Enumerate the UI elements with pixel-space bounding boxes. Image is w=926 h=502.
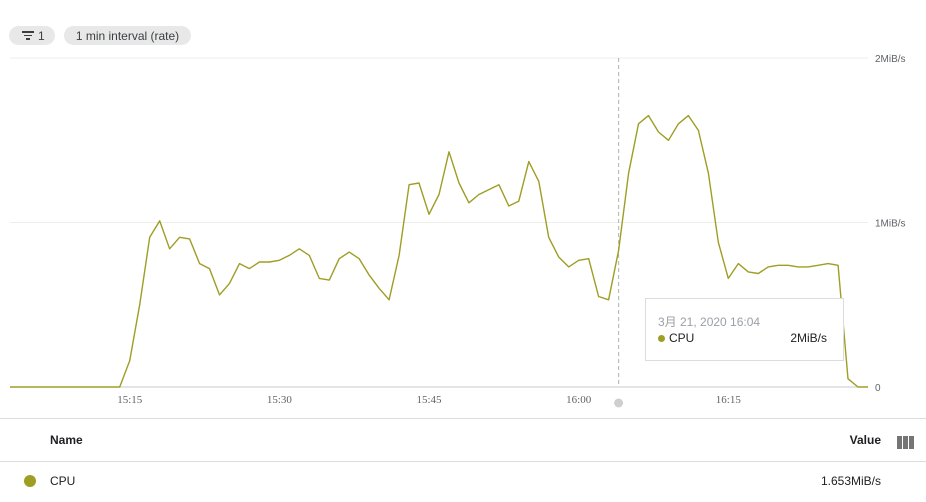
columns-icon[interactable] (897, 436, 914, 449)
tooltip-series-dot (658, 335, 665, 342)
tooltip-time: 3月 21, 2020 16:04 (658, 315, 761, 329)
legend-series-dot (24, 475, 36, 487)
legend-header-name[interactable]: Name (50, 433, 83, 447)
x-tick-label: 15:45 (416, 394, 442, 406)
tooltip-series-value: 2MiB/s (790, 331, 827, 345)
x-tick-label: 16:15 (716, 394, 742, 406)
cursor-handle[interactable] (614, 398, 624, 408)
x-tick-label: 16:00 (566, 394, 592, 406)
legend-series-name: CPU (50, 474, 76, 488)
legend-header-divider (0, 461, 926, 462)
legend-top-divider (0, 418, 926, 419)
x-tick-label: 15:30 (267, 394, 293, 406)
legend-series-value: 1.653MiB/s (820, 474, 881, 488)
y-tick-label: 1MiB/s (875, 219, 906, 230)
legend-header-value[interactable]: Value (850, 433, 881, 447)
x-tick-label: 15:15 (117, 394, 143, 406)
hover-tooltip: 3月 21, 2020 16:04 CPU 2MiB/s (645, 298, 844, 361)
tooltip-series-name: CPU (669, 331, 695, 345)
y-tick-label: 0 (875, 383, 881, 394)
y-tick-label: 2MiB/s (875, 54, 906, 65)
